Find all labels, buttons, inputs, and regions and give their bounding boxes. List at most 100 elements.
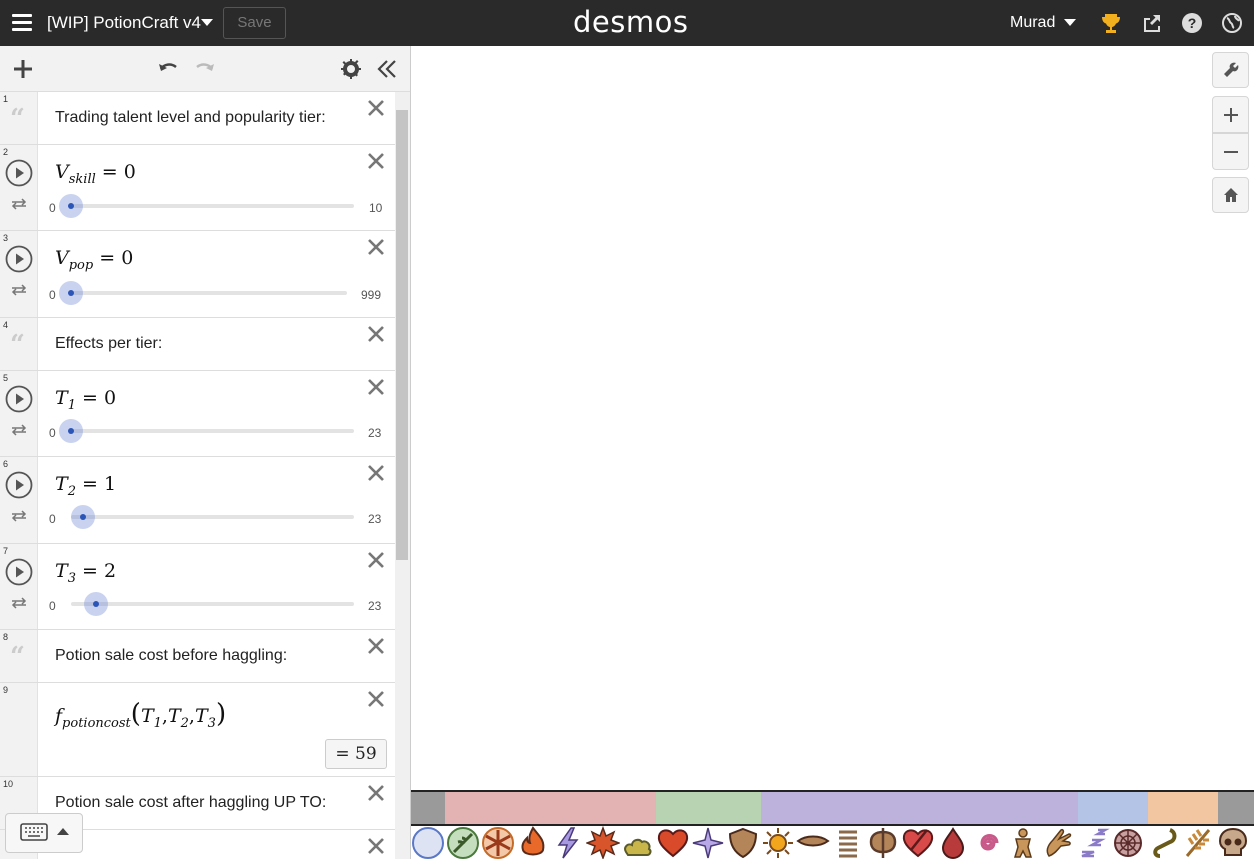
share-icon[interactable] xyxy=(1141,12,1163,34)
delete-icon[interactable] xyxy=(366,151,386,171)
globe-icon[interactable] xyxy=(1221,12,1243,34)
eye-icon[interactable] xyxy=(796,826,830,859)
note-text[interactable]: Potion sale cost after haggling UP TO: xyxy=(55,794,326,812)
hand-icon[interactable] xyxy=(1041,826,1075,859)
home-button[interactable] xyxy=(1212,177,1249,213)
sparkle-icon[interactable] xyxy=(691,826,725,859)
undo-icon[interactable] xyxy=(157,58,179,80)
delete-icon[interactable] xyxy=(366,836,386,856)
slider-row[interactable]: 7 T3 = 2 0 23 xyxy=(0,544,395,630)
function-expression[interactable]: fpotioncost(T1,T2,T3) xyxy=(55,699,226,731)
delete-icon[interactable] xyxy=(366,636,386,656)
slider-knob[interactable] xyxy=(71,505,96,529)
help-icon[interactable]: ? xyxy=(1181,12,1203,34)
slider-max[interactable]: 23 xyxy=(368,599,381,613)
slider-min[interactable]: 0 xyxy=(49,201,56,215)
play-icon[interactable] xyxy=(5,385,33,413)
hook-icon[interactable] xyxy=(1146,826,1180,859)
delete-icon[interactable] xyxy=(366,324,386,344)
shield-icon[interactable] xyxy=(726,826,760,859)
scrollbar-thumb[interactable] xyxy=(396,110,408,560)
function-row[interactable]: 9 fpotioncost(T1,T2,T3) = 59 xyxy=(0,683,395,777)
explosion-icon[interactable] xyxy=(586,826,620,859)
play-icon[interactable] xyxy=(5,159,33,187)
slider-knob[interactable] xyxy=(59,194,83,218)
note-text[interactable]: Trading talent level and popularity tier… xyxy=(55,109,326,127)
slider-row[interactable]: 5 T1 = 0 0 23 xyxy=(0,371,395,457)
note-text[interactable]: Effects per tier: xyxy=(55,335,162,353)
slider-knob[interactable] xyxy=(59,281,83,305)
slider-max[interactable]: 999 xyxy=(361,288,381,302)
fire-icon[interactable] xyxy=(516,826,550,859)
slider-min[interactable]: 0 xyxy=(49,512,56,526)
loop-icon[interactable] xyxy=(10,283,28,297)
slider-min[interactable]: 0 xyxy=(49,599,56,613)
graph-settings-button[interactable] xyxy=(1212,52,1249,88)
note-row[interactable]: 4 “ Effects per tier: xyxy=(0,318,395,371)
add-item-icon[interactable] xyxy=(12,58,34,80)
snowflake-icon[interactable] xyxy=(481,826,515,859)
slider-expression[interactable]: Vpop = 0 xyxy=(55,247,133,273)
slider-max[interactable]: 23 xyxy=(368,512,381,526)
delete-icon[interactable] xyxy=(366,98,386,118)
web-icon[interactable] xyxy=(1111,826,1145,859)
settings-gear-icon[interactable] xyxy=(340,58,362,80)
play-icon[interactable] xyxy=(5,245,33,273)
gingerbread-icon[interactable] xyxy=(1006,826,1040,859)
slider-expression[interactable]: T1 = 0 xyxy=(55,387,116,413)
spring-icon[interactable] xyxy=(831,826,865,859)
sun-icon[interactable] xyxy=(761,826,795,859)
loop-icon[interactable] xyxy=(10,596,28,610)
loop-icon[interactable] xyxy=(10,423,28,437)
circle-icon[interactable] xyxy=(411,826,445,859)
slider-expression[interactable]: Vskill = 0 xyxy=(55,161,136,187)
broken-heart-icon[interactable] xyxy=(901,826,935,859)
slider-min[interactable]: 0 xyxy=(49,426,56,440)
delete-icon[interactable] xyxy=(366,377,386,397)
slider-row[interactable]: 6 T2 = 1 0 23 xyxy=(0,457,395,544)
heart-icon[interactable] xyxy=(656,826,690,859)
collapse-panel-icon[interactable] xyxy=(376,58,398,80)
slider-knob[interactable] xyxy=(83,592,108,616)
skull-icon[interactable] xyxy=(1216,826,1250,859)
user-dropdown-icon[interactable] xyxy=(1064,19,1076,26)
delete-icon[interactable] xyxy=(366,463,386,483)
spiral-icon[interactable] xyxy=(971,826,1005,859)
slider-max[interactable]: 23 xyxy=(368,426,381,440)
loop-icon[interactable] xyxy=(10,197,28,211)
document-title[interactable]: [WIP] PotionCraft v4 xyxy=(47,13,201,33)
graph-canvas[interactable] xyxy=(411,46,1254,859)
delete-icon[interactable] xyxy=(366,237,386,257)
slider-min[interactable]: 0 xyxy=(49,288,56,302)
slider-expression[interactable]: T3 = 2 xyxy=(55,560,116,586)
scrollbar[interactable] xyxy=(395,92,410,859)
slider-track[interactable] xyxy=(71,204,354,208)
menu-icon[interactable] xyxy=(12,14,32,32)
slider-track[interactable] xyxy=(71,291,347,295)
slider-track[interactable] xyxy=(71,602,354,606)
title-dropdown-icon[interactable] xyxy=(201,19,213,26)
slider-max[interactable]: 10 xyxy=(369,201,382,215)
herb-icon[interactable] xyxy=(446,826,480,859)
blood-drop-icon[interactable] xyxy=(936,826,970,859)
axe-icon[interactable] xyxy=(866,826,900,859)
lightning-icon[interactable] xyxy=(551,826,585,859)
delete-icon[interactable] xyxy=(366,689,386,709)
slider-track[interactable] xyxy=(71,429,354,433)
delete-icon[interactable] xyxy=(366,783,386,803)
trophy-icon[interactable] xyxy=(1100,12,1122,34)
loop-icon[interactable] xyxy=(10,509,28,523)
note-text[interactable]: Potion sale cost before haggling: xyxy=(55,647,287,665)
play-icon[interactable] xyxy=(5,558,33,586)
poison-cloud-icon[interactable] xyxy=(621,826,655,859)
delete-icon[interactable] xyxy=(366,550,386,570)
zoom-out-button[interactable] xyxy=(1212,133,1249,170)
save-button[interactable]: Save xyxy=(223,7,286,39)
play-icon[interactable] xyxy=(5,471,33,499)
redo-icon[interactable] xyxy=(194,58,216,80)
slider-knob[interactable] xyxy=(59,419,83,443)
note-row[interactable]: 8 “ Potion sale cost before haggling: xyxy=(0,630,395,683)
zoom-in-button[interactable] xyxy=(1212,96,1249,133)
slider-row[interactable]: 3 Vpop = 0 0 999 xyxy=(0,231,395,318)
note-row[interactable]: 1 “ Trading talent level and popularity … xyxy=(0,92,395,145)
